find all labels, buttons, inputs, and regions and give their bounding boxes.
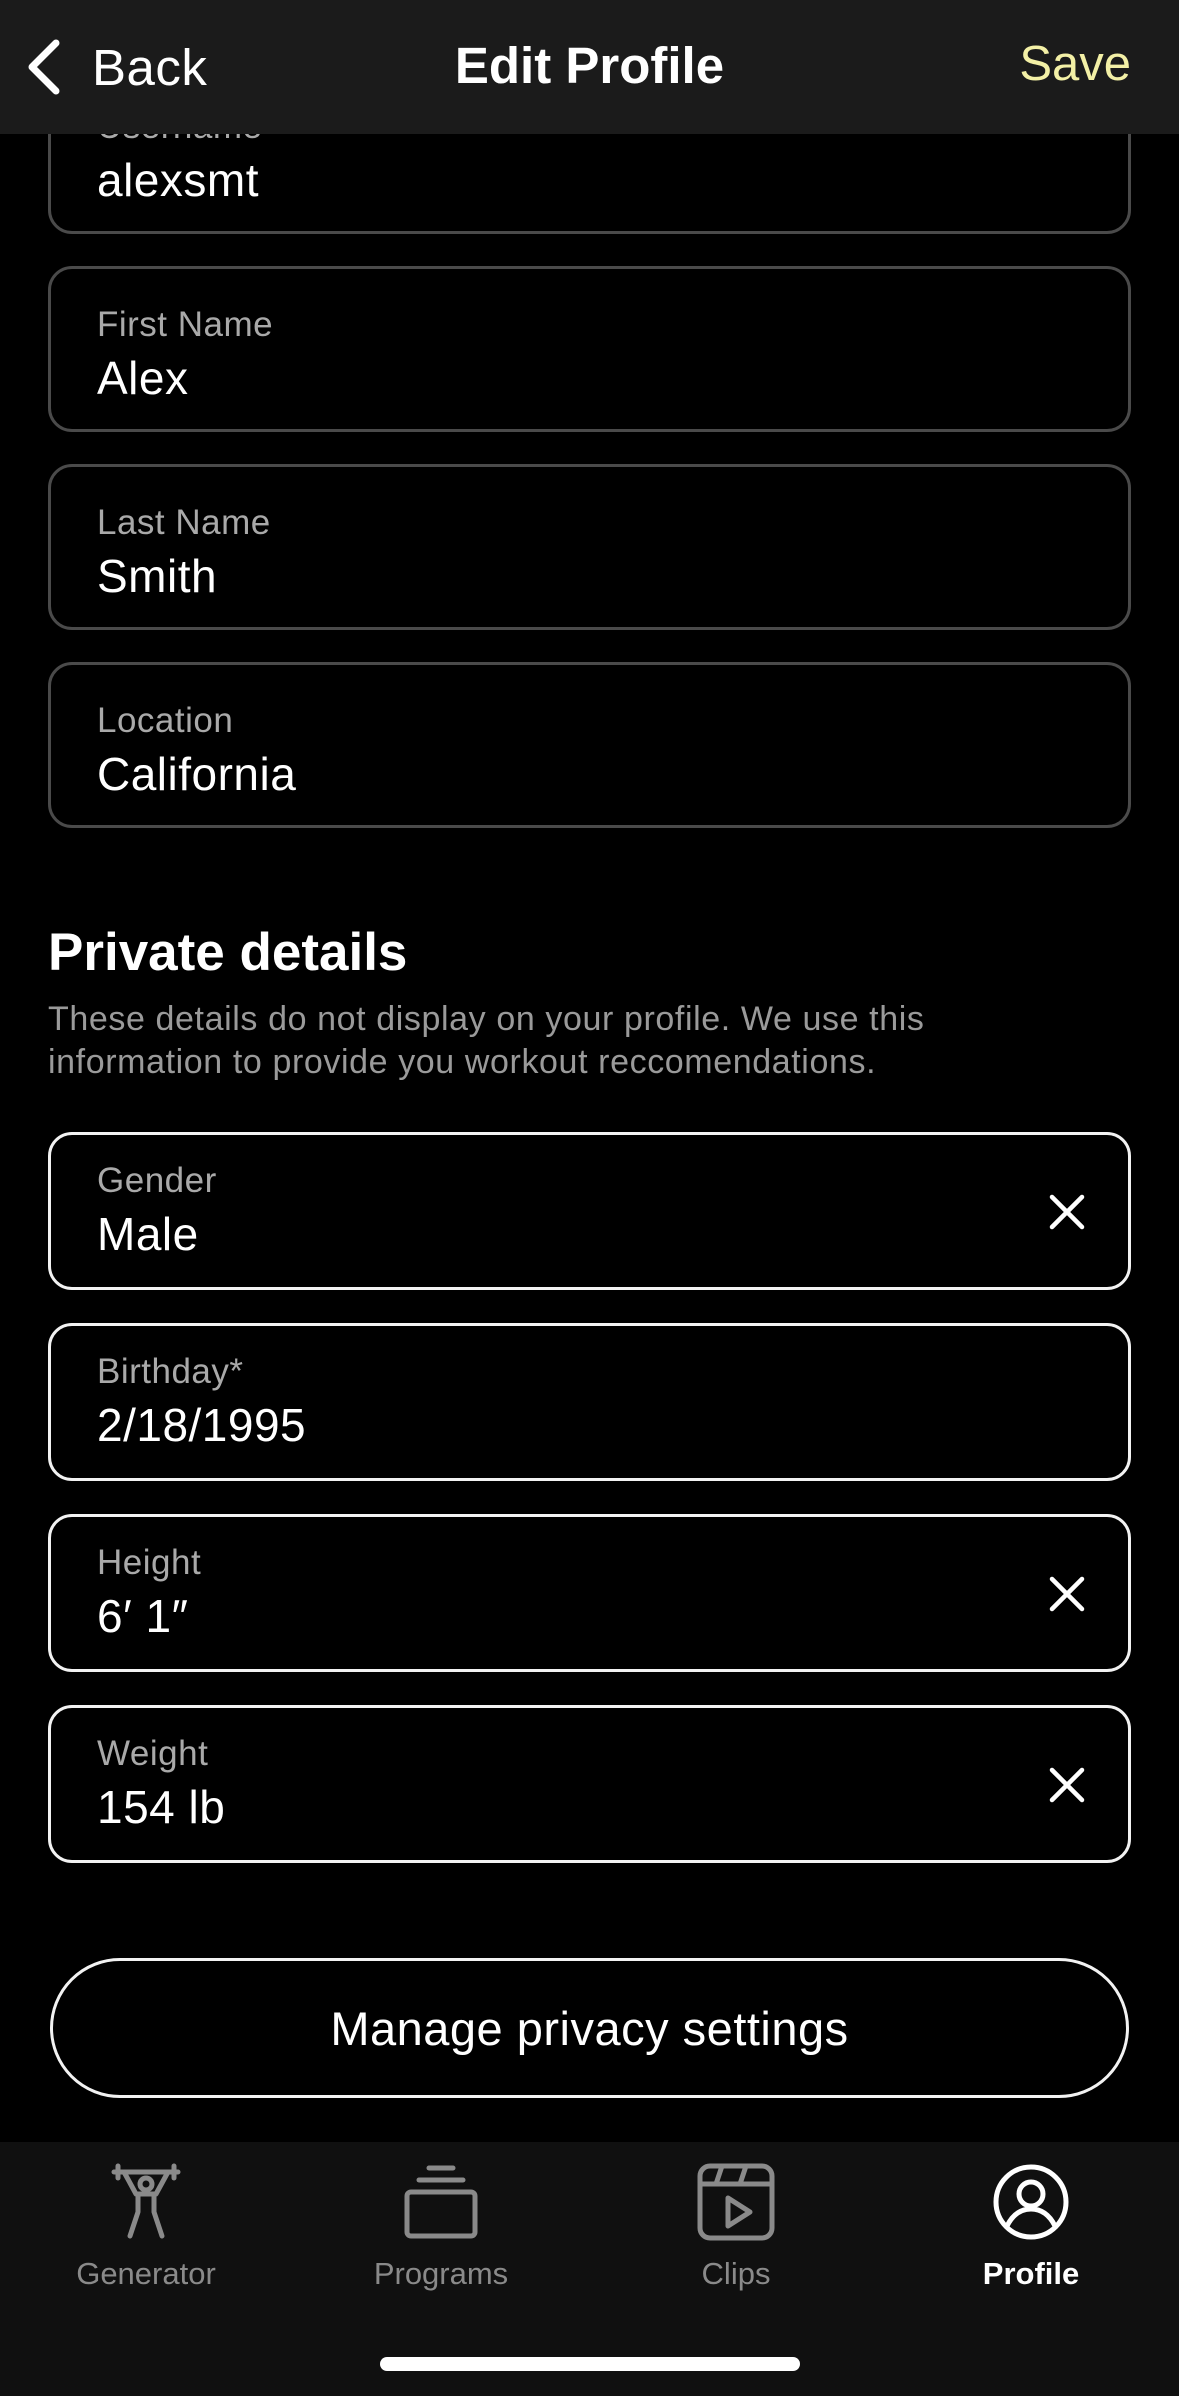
video-clip-icon: [697, 2163, 775, 2241]
gender-clear-icon[interactable]: [1042, 1187, 1092, 1237]
tab-generator[interactable]: Generator: [46, 2162, 246, 2302]
last-name-label: Last Name: [97, 503, 271, 542]
weight-value: 154 lb: [97, 1781, 226, 1833]
tab-clips[interactable]: Clips: [636, 2162, 836, 2302]
first-name-label: First Name: [97, 305, 274, 344]
manage-privacy-settings-button[interactable]: Manage privacy settings: [50, 1958, 1129, 2098]
tab-profile-label: Profile: [982, 2256, 1080, 2291]
birthday-field[interactable]: Birthday* 2/18/1995: [48, 1323, 1131, 1481]
height-value: 6′ 1″: [97, 1590, 189, 1642]
private-details-description: These details do not display on your pro…: [48, 1000, 925, 1081]
profile-icon: [993, 2164, 1069, 2240]
gender-value: Male: [97, 1208, 199, 1260]
last-name-value: Smith: [97, 550, 218, 602]
tab-clips-label: Clips: [701, 2256, 771, 2291]
private-details-heading: Private details: [48, 923, 408, 982]
birthday-value: 2/18/1995: [97, 1399, 307, 1451]
gender-label: Gender: [97, 1161, 217, 1200]
birthday-label: Birthday*: [97, 1352, 244, 1391]
weight-field[interactable]: Weight 154 lb: [48, 1705, 1131, 1863]
page-title: Edit Profile: [454, 37, 725, 94]
stack-icon: [404, 2165, 478, 2239]
tab-generator-label: Generator: [76, 2256, 216, 2291]
tab-profile[interactable]: Profile: [931, 2162, 1131, 2302]
home-indicator[interactable]: [380, 2357, 800, 2371]
first-name-field[interactable]: First Name Alex: [48, 266, 1131, 432]
first-name-value: Alex: [97, 352, 189, 404]
height-clear-icon[interactable]: [1042, 1569, 1092, 1619]
tab-programs[interactable]: Programs: [341, 2162, 541, 2302]
gender-field[interactable]: Gender Male: [48, 1132, 1131, 1290]
location-value: California: [97, 748, 297, 800]
location-label: Location: [97, 701, 234, 740]
height-field[interactable]: Height 6′ 1″: [48, 1514, 1131, 1672]
save-button[interactable]: Save: [1019, 36, 1131, 92]
edit-profile-screen: Username alexsmt First Name Alex Last Na…: [0, 0, 1179, 2396]
username-value: alexsmt: [97, 154, 259, 206]
weight-label: Weight: [97, 1734, 209, 1773]
tab-programs-label: Programs: [373, 2256, 509, 2291]
navigation-header: Back Edit Profile Save: [0, 0, 1179, 134]
height-label: Height: [97, 1543, 202, 1582]
weight-clear-icon[interactable]: [1042, 1760, 1092, 1810]
last-name-field[interactable]: Last Name Smith: [48, 464, 1131, 630]
weightlifter-icon: [111, 2163, 181, 2239]
location-field[interactable]: Location California: [48, 662, 1131, 828]
